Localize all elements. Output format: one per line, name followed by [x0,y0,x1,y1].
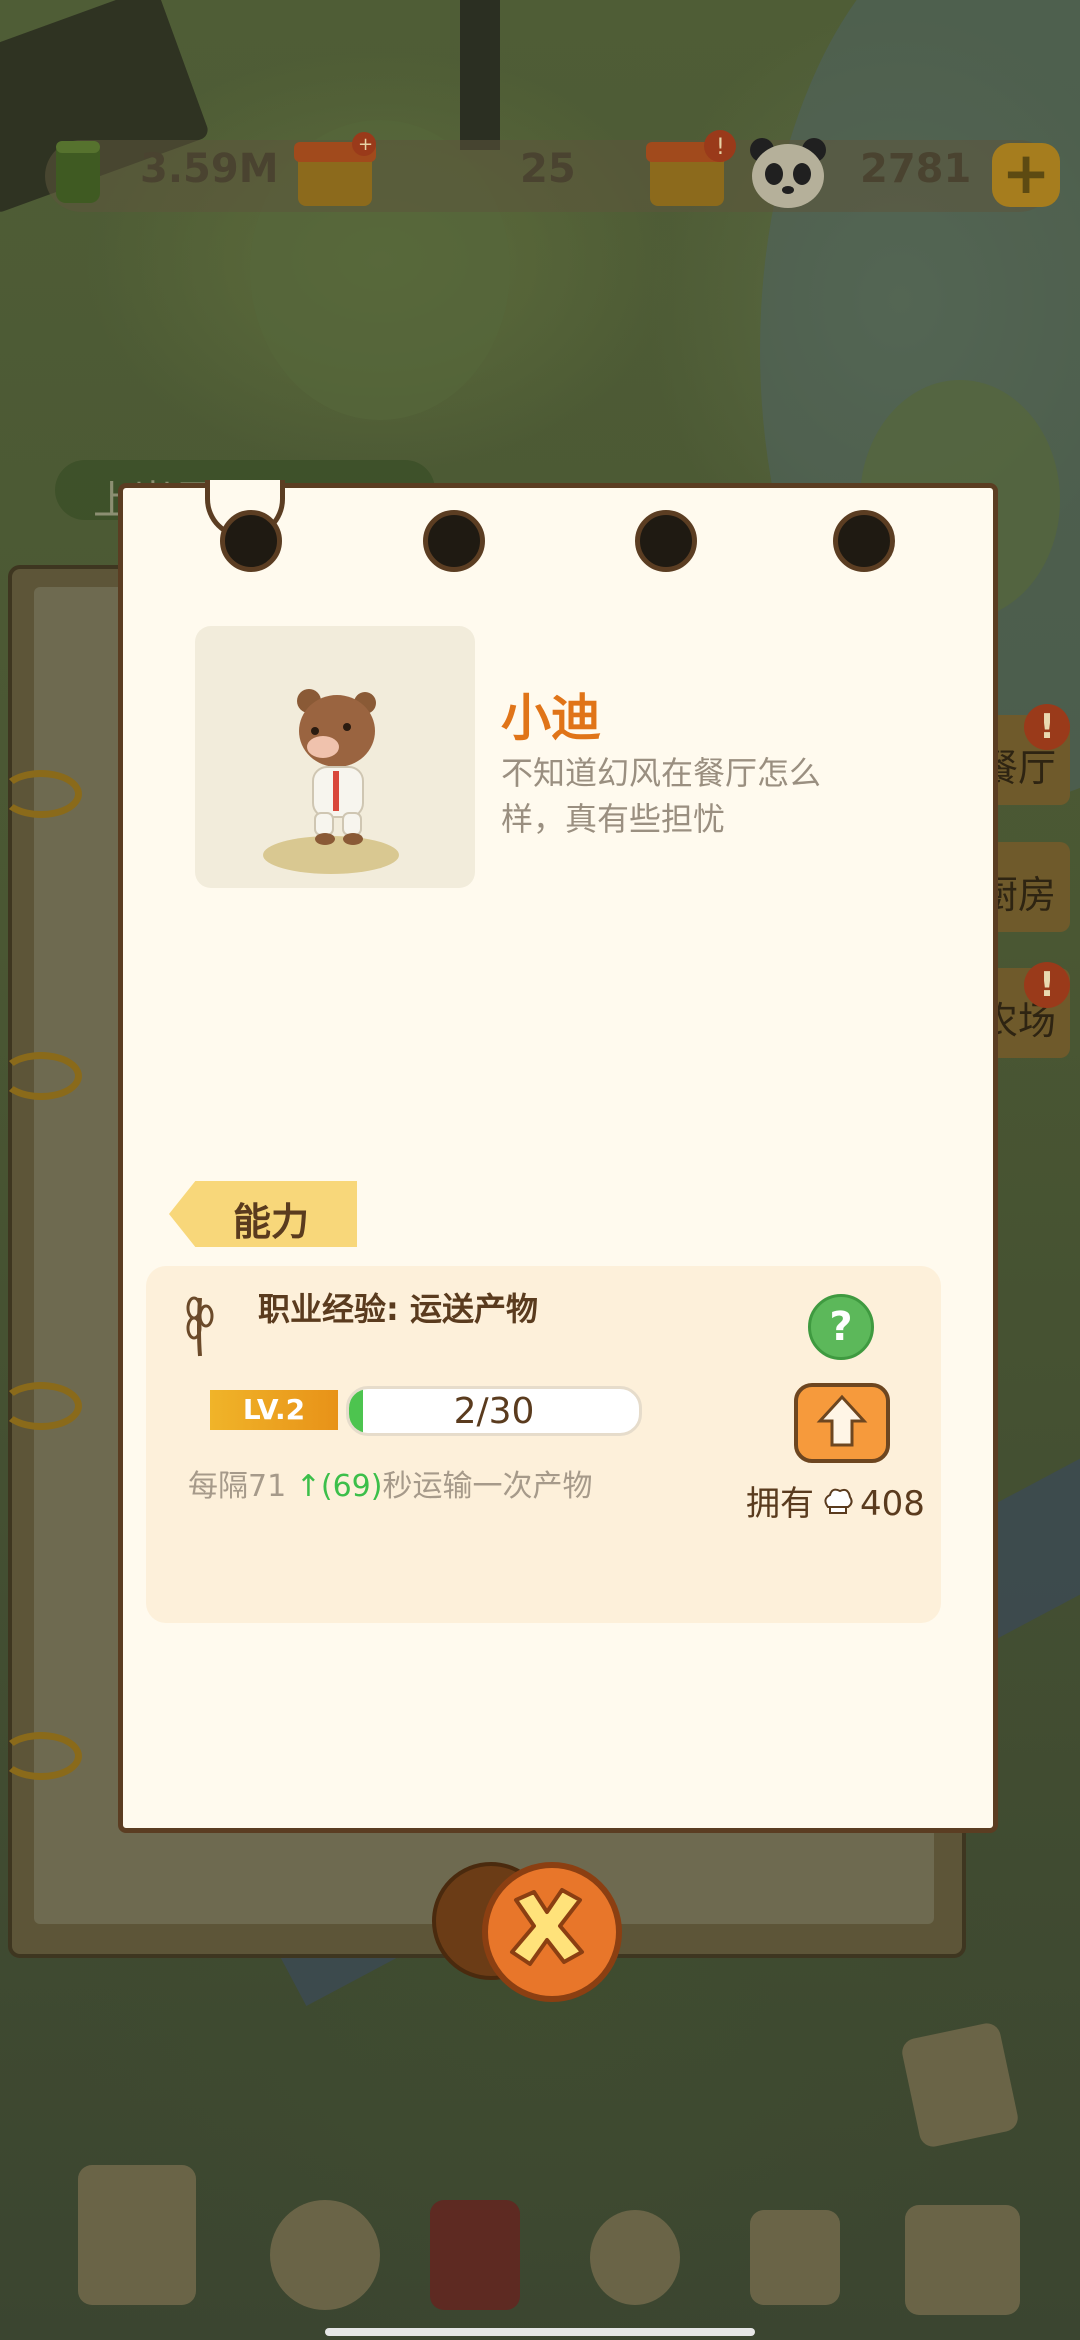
character-name: 小迪 [501,689,601,747]
arrow-up-icon: ↑ [295,1469,321,1504]
ability-tab-label: 能力 [233,1200,310,1244]
character-portrait [195,626,475,888]
binder-ring [0,770,82,818]
svg-text:+: + [358,134,373,155]
binder-ring [0,1052,82,1100]
close-button[interactable] [482,1862,622,2002]
dock-item-map[interactable] [78,2165,196,2305]
bear-chef-icon [297,689,376,845]
binder-ring [0,1382,82,1430]
owned-label: 拥有 [746,1484,814,1524]
upgrade-button[interactable] [794,1383,890,1463]
character-description: 不知道幻风在餐厅怎么样，真有些担忧 [501,754,822,838]
bamboo-icon [50,135,106,211]
dock-item-recipe-book[interactable] [430,2200,520,2310]
job-experience-label: 职业经验: 运送产物 [258,1290,538,1328]
honey-jar-alert-icon[interactable]: ! [644,130,740,216]
owned-value: 408 [860,1484,925,1524]
alert-badge: ! [1024,704,1070,750]
interval-suffix: 秒运输一次产物 [382,1469,593,1504]
bamboo-value: 3.59M [140,146,279,192]
home-indicator[interactable] [325,2328,755,2336]
binder-hole [220,510,282,572]
svg-text:!: ! [716,135,725,160]
panda-value: 2781 [860,146,972,192]
level-badge: LV.2 [210,1390,338,1430]
character-card: 小迪 不知道幻风在餐厅怎么样，真有些担忧 能力 职业经验: 运送产物 ? LV.… [118,480,998,1833]
upgrade-arrow-icon [816,1394,868,1447]
dock-item-tools[interactable] [590,2210,680,2305]
binder-hole [833,510,895,572]
experience-progress-bar: 2/30 [346,1386,642,1436]
wheat-icon [186,1296,214,1357]
binder-ring [0,1732,82,1780]
dock-item-shop[interactable] [905,2205,1020,2315]
alert-badge: ! [1024,962,1070,1008]
plus-icon[interactable]: + [992,143,1060,207]
dock-item-panda-card[interactable] [750,2210,840,2305]
experience-progress-text: 2/30 [453,1391,535,1432]
chimney [460,0,500,150]
interval-next-value: (69) [320,1469,383,1504]
close-icon [510,1888,584,1966]
honey-shop-icon[interactable]: + [292,130,378,216]
owned-count: 拥有 408 [746,1476,925,1526]
honey-value: 25 [520,146,576,192]
panda-icon [748,134,828,214]
interval-prefix: 每隔71 [188,1469,296,1504]
ability-tab: 能力 [169,1181,357,1247]
chef-hat-icon [822,1486,854,1526]
binder-hole [635,510,697,572]
ability-panel: 职业经验: 运送产物 ? LV.2 2/30 每隔71 ↑(69)秒运输一次产物… [146,1266,941,1623]
transport-interval-text: 每隔71 ↑(69)秒运输一次产物 [188,1461,592,1505]
dock-item-pot[interactable] [270,2200,380,2310]
binder-hole [423,510,485,572]
help-icon[interactable]: ? [808,1294,874,1360]
